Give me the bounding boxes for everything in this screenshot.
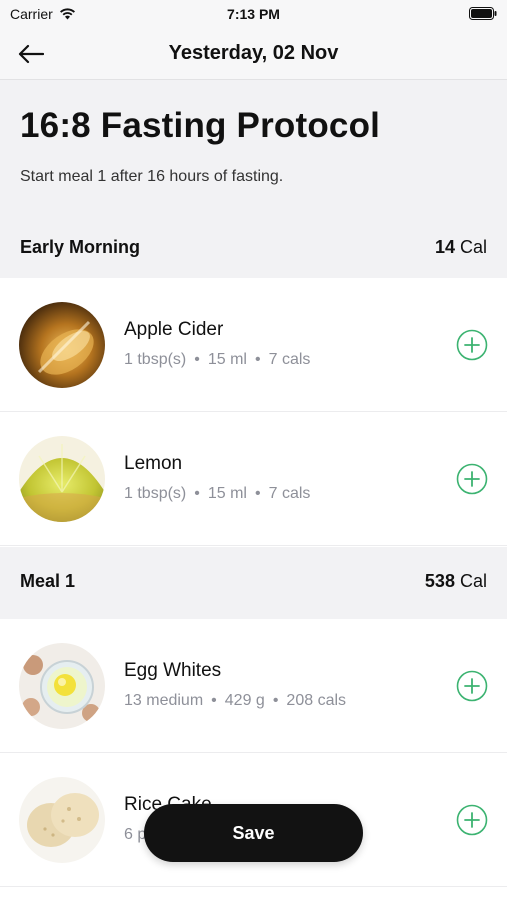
dot-separator: • — [254, 485, 261, 502]
food-cals: 7 cals — [268, 485, 311, 502]
food-weight: 15 ml — [207, 485, 247, 502]
add-circle-icon[interactable] — [456, 804, 488, 836]
food-row-egg-whites[interactable]: Egg Whites 13 medium • 429 g • 208 cals — [0, 619, 507, 753]
apple-cider-image — [19, 302, 105, 388]
food-qty: 6 p — [124, 826, 147, 843]
section-name: Early Morning — [20, 237, 141, 257]
food-meta: 13 medium • 429 g • 208 cals — [124, 692, 346, 710]
dot-separator: • — [272, 692, 279, 709]
food-qty: 1 tbsp(s) — [124, 485, 187, 502]
page-title: 16:8 Fasting Protocol — [20, 106, 381, 145]
food-meta: 6 p — [124, 826, 146, 844]
status-bar: Carrier 7:13 PM — [0, 0, 507, 28]
food-weight: 15 ml — [207, 351, 247, 368]
lemon-image — [19, 436, 105, 522]
section-name: Meal 1 — [20, 571, 76, 591]
food-row-lemon[interactable]: Lemon 1 tbsp(s) • 15 ml • 7 cals — [0, 412, 507, 546]
dot-separator: • — [211, 692, 217, 709]
page-subtitle: Start meal 1 after 16 hours of fasting. — [20, 168, 284, 185]
add-circle-icon[interactable] — [456, 463, 488, 495]
dot-separator: • — [254, 351, 261, 368]
section-cal-value: 14 — [434, 237, 455, 257]
status-time: 7:13 PM — [227, 6, 280, 22]
section-cal-value: 538 — [424, 571, 455, 591]
egg-whites-image — [19, 643, 105, 729]
food-qty: 1 tbsp(s) — [124, 351, 187, 368]
section-calories: 14 Cal — [435, 237, 487, 258]
dot-separator: • — [194, 485, 200, 502]
add-circle-icon[interactable] — [456, 670, 488, 702]
section-header-meal-1: Meal 1 538 Cal — [0, 547, 507, 619]
food-row-apple-cider[interactable]: Apple Cider 1 tbsp(s) • 15 ml • 7 cals — [0, 278, 507, 412]
save-button[interactable]: Save — [144, 804, 363, 862]
food-name: Lemon — [124, 453, 183, 474]
food-weight: 429 g — [224, 692, 265, 709]
battery-icon — [469, 7, 497, 20]
section-calories: 538 Cal — [425, 571, 487, 592]
food-cals: 7 cals — [268, 351, 311, 368]
food-qty: 13 medium — [124, 692, 204, 709]
food-name: Egg Whites — [124, 660, 222, 681]
section-cal-unit: Cal — [459, 237, 487, 257]
rice-cake-image — [19, 777, 105, 863]
add-circle-icon[interactable] — [456, 329, 488, 361]
status-right — [469, 7, 497, 25]
nav-title: Yesterday, 02 Nov — [168, 42, 339, 64]
food-meta: 1 tbsp(s) • 15 ml • 7 cals — [124, 485, 310, 503]
food-meta: 1 tbsp(s) • 15 ml • 7 cals — [124, 351, 310, 369]
section-header-early-morning: Early Morning 14 Cal — [0, 213, 507, 283]
food-name: Apple Cider — [124, 319, 224, 340]
section-cal-unit: Cal — [459, 571, 487, 591]
dot-separator: • — [194, 351, 200, 368]
food-cals: 208 cals — [286, 692, 347, 709]
nav-bar: Yesterday, 02 Nov — [0, 28, 507, 80]
